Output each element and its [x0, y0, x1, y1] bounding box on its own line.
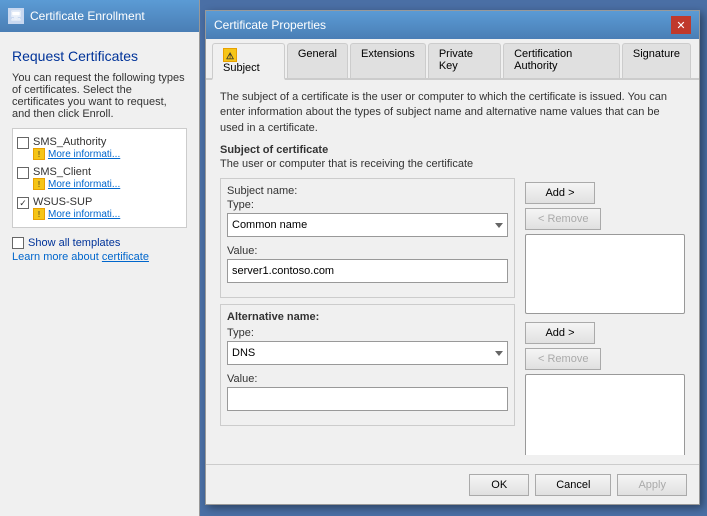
- sms-authority-checkbox[interactable]: [17, 137, 29, 149]
- show-all-checkbox[interactable]: [12, 237, 24, 249]
- warn-icon: !: [33, 148, 45, 160]
- subject-tab-icon: ⚠: [223, 48, 237, 62]
- dialog-content: The subject of a certificate is the user…: [206, 80, 699, 455]
- dialog-title: Certificate Properties: [214, 18, 326, 32]
- sms-authority-label: SMS_Authority: [33, 136, 120, 148]
- close-button[interactable]: ✕: [671, 16, 691, 34]
- alt-remove-group: < Remove: [525, 348, 685, 370]
- type-label: Type:: [227, 199, 508, 211]
- tab-private-key[interactable]: Private Key: [428, 43, 501, 78]
- type-select[interactable]: Common name Organization Organizational …: [227, 213, 508, 237]
- wsus-sup-label: WSUS-SUP: [33, 196, 120, 208]
- tab-extensions-label: Extensions: [361, 48, 415, 60]
- tab-signature-label: Signature: [633, 48, 680, 60]
- dialog-footer: OK Cancel Apply: [206, 464, 699, 504]
- type-field-group: Type: Common name Organization Organizat…: [227, 199, 508, 237]
- subject-list-box[interactable]: [525, 234, 685, 314]
- tab-cert-authority[interactable]: Certification Authority: [503, 43, 620, 78]
- tab-general-label: General: [298, 48, 337, 60]
- tab-private-key-label: Private Key: [439, 48, 473, 72]
- list-item: SMS_Client ! More informati...: [17, 163, 182, 193]
- sms-client-label: SMS_Client: [33, 166, 120, 178]
- tab-signature[interactable]: Signature: [622, 43, 691, 78]
- tab-bar: ⚠ Subject General Extensions Private Key…: [206, 39, 699, 80]
- apply-button[interactable]: Apply: [617, 474, 687, 496]
- enrollment-window: 🖥 Certificate Enrollment Request Certifi…: [0, 0, 200, 516]
- enrollment-heading: Request Certificates: [12, 48, 187, 64]
- alt-value-input[interactable]: [227, 387, 508, 411]
- alt-type-select[interactable]: DNS Email User principal name URL IP add…: [227, 341, 508, 365]
- tab-subject-label: Subject: [223, 62, 260, 74]
- list-item: WSUS-SUP ! More informati...: [17, 193, 182, 223]
- learn-more-link[interactable]: certificate: [102, 251, 149, 263]
- subject-section-subtitle: The user or computer that is receiving t…: [220, 158, 685, 170]
- sms-client-warn[interactable]: More informati...: [48, 179, 120, 190]
- show-all-label: Show all templates: [28, 237, 120, 249]
- warn-icon: !: [33, 178, 45, 190]
- form-area: Subject name: Type: Common name Organiza…: [220, 178, 685, 455]
- list-item: SMS_Authority ! More informati...: [17, 133, 182, 163]
- sms-authority-warn[interactable]: More informati...: [48, 149, 120, 160]
- alt-list-box[interactable]: [525, 374, 685, 455]
- alt-value-label: Value:: [227, 373, 508, 385]
- value-field-group: Value:: [227, 245, 508, 283]
- subject-remove-button[interactable]: < Remove: [525, 208, 601, 230]
- cancel-button[interactable]: Cancel: [535, 474, 611, 496]
- ok-button[interactable]: OK: [469, 474, 529, 496]
- enrollment-description: You can request the following types of c…: [12, 72, 187, 120]
- alt-type-label: Type:: [227, 327, 508, 339]
- enrollment-title: Certificate Enrollment: [30, 9, 145, 23]
- subject-value-input[interactable]: [227, 259, 508, 283]
- alt-name-label: Alternative name:: [227, 311, 508, 323]
- certificate-properties-dialog: Certificate Properties ✕ ⚠ Subject Gener…: [205, 10, 700, 505]
- subject-remove-group: < Remove: [525, 208, 685, 230]
- alt-btn-group: Add >: [525, 322, 685, 344]
- tab-subject[interactable]: ⚠ Subject: [212, 43, 285, 80]
- subject-list-area: Add > < Remove: [525, 182, 685, 314]
- subject-btn-group: Add >: [525, 182, 685, 204]
- alt-remove-button[interactable]: < Remove: [525, 348, 601, 370]
- value-label: Value:: [227, 245, 508, 257]
- tab-extensions[interactable]: Extensions: [350, 43, 426, 78]
- subject-section-title: Subject of certificate: [220, 144, 685, 156]
- alt-value-field-group: Value:: [227, 373, 508, 411]
- enrollment-window-icon: 🖥: [8, 8, 24, 24]
- alt-list-area: Add > < Remove: [525, 322, 685, 455]
- subject-name-label: Subject name:: [227, 185, 508, 197]
- left-column: Subject name: Type: Common name Organiza…: [220, 178, 515, 455]
- tab-cert-authority-label: Certification Authority: [514, 48, 572, 72]
- wsus-sup-checkbox[interactable]: [17, 197, 29, 209]
- enrollment-content: Request Certificates You can request the…: [0, 32, 199, 279]
- wsus-sup-warn[interactable]: More informati...: [48, 209, 120, 220]
- enrollment-titlebar: 🖥 Certificate Enrollment: [0, 0, 199, 32]
- dialog-description: The subject of a certificate is the user…: [220, 90, 685, 136]
- warn-icon: !: [33, 208, 45, 220]
- enrollment-list: SMS_Authority ! More informati... SMS_Cl…: [12, 128, 187, 228]
- sms-client-checkbox[interactable]: [17, 167, 29, 179]
- alt-type-field-group: Type: DNS Email User principal name URL …: [227, 327, 508, 365]
- tab-general[interactable]: General: [287, 43, 348, 78]
- show-all-templates: Show all templates: [12, 236, 187, 249]
- subject-name-section: Subject name: Type: Common name Organiza…: [220, 178, 515, 298]
- alt-name-section: Alternative name: Type: DNS Email User p…: [220, 304, 515, 426]
- alt-add-button[interactable]: Add >: [525, 322, 595, 344]
- right-column: Add > < Remove Add > < Remove: [525, 178, 685, 455]
- subject-add-button[interactable]: Add >: [525, 182, 595, 204]
- learn-more: Learn more about certificate: [12, 251, 187, 263]
- dialog-titlebar: Certificate Properties ✕: [206, 11, 699, 39]
